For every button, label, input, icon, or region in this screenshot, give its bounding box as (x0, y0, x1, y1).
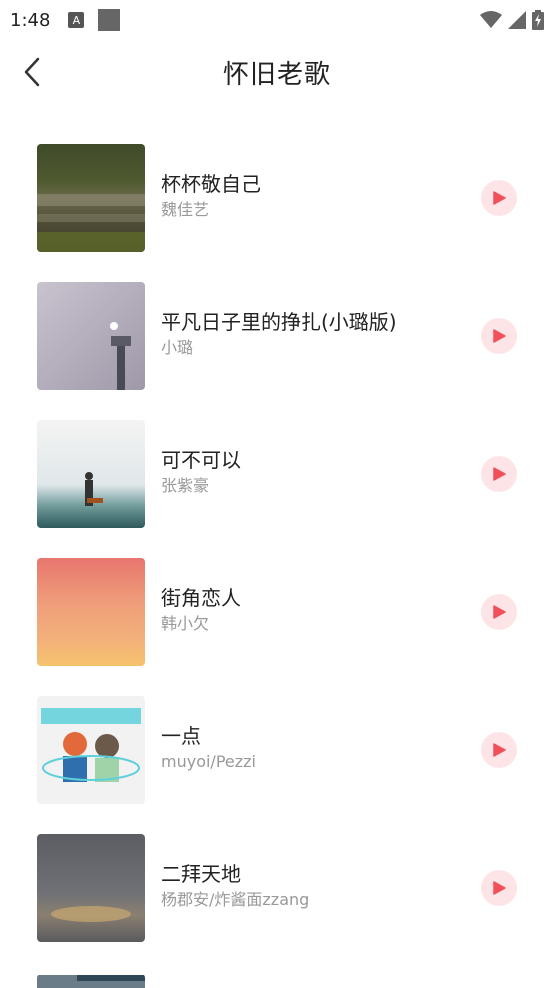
chevron-left-icon (24, 57, 40, 87)
song-row[interactable]: 街角恋人 韩小欠 (0, 558, 554, 666)
song-info: 杯杯敬自己 魏佳艺 (161, 170, 461, 222)
status-time: 1:48 (10, 9, 51, 31)
album-cover (37, 144, 145, 252)
page-title: 怀旧老歌 (222, 59, 331, 90)
song-info: 二拜天地 杨郡安/炸酱面zzang (161, 860, 461, 912)
album-cover (37, 282, 145, 390)
album-cover-partial (37, 974, 145, 988)
play-button[interactable] (481, 456, 517, 492)
album-cover (37, 696, 145, 804)
play-icon (493, 605, 506, 619)
play-button[interactable] (481, 318, 517, 354)
song-artist: 韩小欠 (161, 614, 210, 633)
song-title: 街角恋人 (161, 586, 241, 610)
back-button[interactable] (12, 50, 52, 94)
song-info: 可不可以 张紫豪 (161, 446, 461, 498)
song-artist: muyoi/Pezzi (161, 752, 256, 771)
song-row[interactable]: 平凡日子里的挣扎(小璐版) 小璐 (0, 282, 554, 390)
album-cover (37, 420, 145, 528)
song-artist: 魏佳艺 (161, 200, 210, 219)
album-cover (37, 834, 145, 942)
play-button[interactable] (481, 870, 517, 906)
wifi-icon (480, 11, 502, 28)
battery-icon (532, 10, 544, 30)
song-artist: 杨郡安/炸酱面zzang (161, 890, 310, 909)
album-cover (37, 558, 145, 666)
song-row[interactable]: 一点 muyoi/Pezzi (0, 696, 554, 804)
song-row[interactable]: 杯杯敬自己 魏佳艺 (0, 144, 554, 252)
song-info: 街角恋人 韩小欠 (161, 584, 461, 636)
keyboard-notification-icon: A (68, 12, 85, 28)
play-icon (493, 881, 506, 895)
notification-square-icon (98, 9, 121, 31)
play-icon (493, 743, 506, 757)
song-title: 杯杯敬自己 (161, 172, 261, 196)
song-title: 一点 (161, 724, 201, 748)
play-button[interactable] (481, 732, 517, 768)
song-title: 二拜天地 (161, 862, 241, 886)
play-button[interactable] (481, 594, 517, 630)
song-artist: 小璐 (161, 338, 194, 357)
song-row[interactable]: 可不可以 张紫豪 (0, 420, 554, 528)
signal-icon (508, 11, 526, 29)
song-title: 平凡日子里的挣扎(小璐版) (161, 310, 397, 334)
status-bar: 1:48 A (0, 0, 554, 40)
play-button[interactable] (481, 180, 517, 216)
play-icon (493, 467, 506, 481)
song-info: 平凡日子里的挣扎(小璐版) 小璐 (161, 308, 461, 360)
play-icon (493, 191, 506, 205)
song-artist: 张紫豪 (161, 476, 210, 495)
status-icons (480, 10, 544, 30)
play-icon (493, 329, 506, 343)
song-title: 可不可以 (161, 448, 241, 472)
song-info: 一点 muyoi/Pezzi (161, 722, 461, 774)
song-row[interactable]: 二拜天地 杨郡安/炸酱面zzang (0, 834, 554, 942)
page-header: 怀旧老歌 (0, 40, 554, 104)
